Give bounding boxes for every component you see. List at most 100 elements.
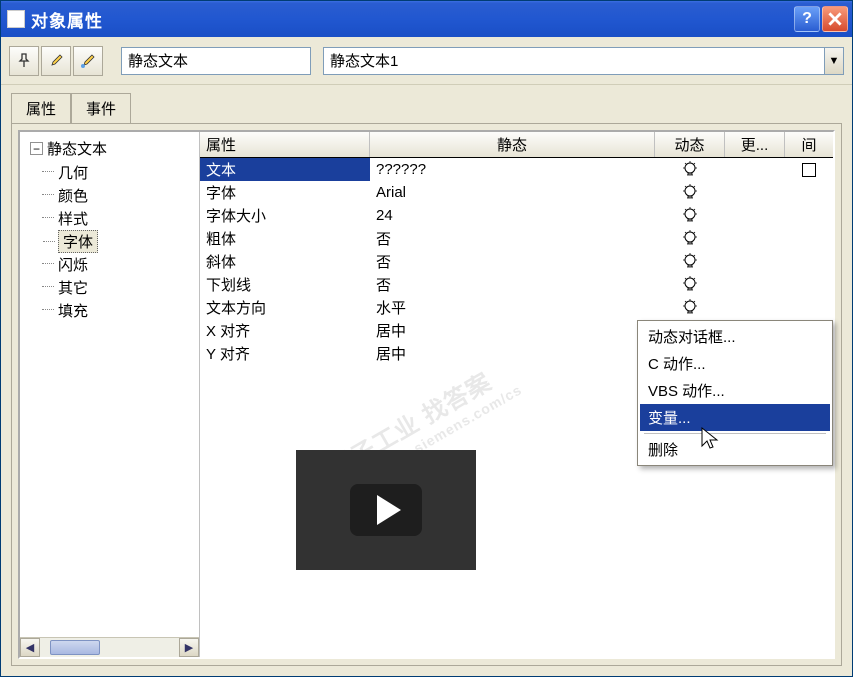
menu-item[interactable]: 删除 <box>640 436 830 463</box>
pin-button[interactable] <box>9 46 39 76</box>
cell-interval[interactable] <box>785 204 833 227</box>
object-name-input[interactable] <box>323 47 824 75</box>
dynamic-context-menu[interactable]: 动态对话框...C 动作...VBS 动作...变量... 删除 <box>637 320 833 466</box>
tab-events[interactable]: 事件 <box>71 93 131 123</box>
object-name-combo[interactable]: ▼ <box>323 47 844 75</box>
video-overlay[interactable] <box>296 450 476 570</box>
grid-row[interactable]: 文本?????? <box>200 158 833 181</box>
cell-static[interactable]: Arial <box>370 181 655 204</box>
cell-property[interactable]: 字体 <box>200 181 370 204</box>
cell-static[interactable]: 24 <box>370 204 655 227</box>
cell-property[interactable]: 文本方向 <box>200 296 370 319</box>
cell-interval[interactable] <box>785 181 833 204</box>
bulb-icon <box>681 276 699 294</box>
play-button[interactable] <box>350 484 422 536</box>
tree-item[interactable]: 填充 <box>58 299 197 322</box>
tab-panel: − 静态文本 几何颜色样式字体闪烁其它填充 ◀ ▶ 属性 静态 动态 更... <box>11 123 842 666</box>
cell-dynamic[interactable] <box>655 204 725 227</box>
system-icon <box>7 10 25 28</box>
grid-row[interactable]: 字体Arial <box>200 181 833 204</box>
play-icon <box>377 495 401 525</box>
cell-more[interactable] <box>725 181 785 204</box>
tab-strip: 属性 事件 <box>1 85 852 123</box>
bulb-icon <box>681 184 699 202</box>
cell-property[interactable]: Y 对齐 <box>200 342 370 365</box>
cell-more[interactable] <box>725 204 785 227</box>
bulb-icon <box>681 207 699 225</box>
header-property[interactable]: 属性 <box>200 132 370 157</box>
window-title: 对象属性 <box>31 7 794 32</box>
bulb-icon <box>681 230 699 248</box>
cell-interval[interactable] <box>785 296 833 319</box>
menu-item[interactable]: C 动作... <box>640 350 830 377</box>
tab-properties[interactable]: 属性 <box>11 93 71 123</box>
combo-dropdown-button[interactable]: ▼ <box>824 47 844 75</box>
cell-more[interactable] <box>725 296 785 319</box>
grid-row[interactable]: 字体大小24 <box>200 204 833 227</box>
tree-body[interactable]: − 静态文本 几何颜色样式字体闪烁其它填充 <box>20 132 199 637</box>
cell-static[interactable]: 否 <box>370 227 655 250</box>
tree-root-label: 静态文本 <box>47 138 107 159</box>
tree-item[interactable]: 几何 <box>58 161 197 184</box>
menu-item[interactable]: VBS 动作... <box>640 377 830 404</box>
eyedropper-1-button[interactable] <box>41 46 71 76</box>
cell-interval[interactable] <box>785 273 833 296</box>
cell-property[interactable]: 粗体 <box>200 227 370 250</box>
cell-interval[interactable] <box>785 250 833 273</box>
grid-row[interactable]: 粗体否 <box>200 227 833 250</box>
menu-separator <box>644 433 826 434</box>
cell-static[interactable]: 居中 <box>370 342 655 365</box>
tree-root[interactable]: − 静态文本 <box>22 136 197 161</box>
scroll-left-button[interactable]: ◀ <box>20 638 40 657</box>
cell-static[interactable]: 居中 <box>370 319 655 342</box>
header-more[interactable]: 更... <box>725 132 785 157</box>
tree-item[interactable]: 字体 <box>58 230 98 253</box>
cell-more[interactable] <box>725 227 785 250</box>
header-interval[interactable]: 间 <box>785 132 833 157</box>
cell-static[interactable]: 否 <box>370 250 655 273</box>
tree-pane: − 静态文本 几何颜色样式字体闪烁其它填充 ◀ ▶ <box>20 132 200 657</box>
cell-property[interactable]: 字体大小 <box>200 204 370 227</box>
grid-row[interactable]: 文本方向水平 <box>200 296 833 319</box>
tree-item[interactable]: 颜色 <box>58 184 197 207</box>
cell-property[interactable]: 文本 <box>200 158 370 181</box>
cell-dynamic[interactable] <box>655 181 725 204</box>
cell-dynamic[interactable] <box>655 227 725 250</box>
cell-dynamic[interactable] <box>655 273 725 296</box>
cell-property[interactable]: 斜体 <box>200 250 370 273</box>
menu-item[interactable]: 变量... <box>640 404 830 431</box>
eyedropper-2-button[interactable] <box>73 46 103 76</box>
cell-static[interactable]: 水平 <box>370 296 655 319</box>
header-static[interactable]: 静态 <box>370 132 655 157</box>
help-button[interactable]: ? <box>794 6 820 32</box>
header-dynamic[interactable]: 动态 <box>655 132 725 157</box>
cell-more[interactable] <box>725 273 785 296</box>
tree-item[interactable]: 其它 <box>58 276 197 299</box>
cell-more[interactable] <box>725 158 785 181</box>
scroll-track[interactable] <box>40 638 179 657</box>
close-button[interactable] <box>822 6 848 32</box>
bulb-icon <box>681 299 699 317</box>
cell-static[interactable]: ?????? <box>370 158 655 181</box>
object-type-field[interactable] <box>121 47 311 75</box>
cell-static[interactable]: 否 <box>370 273 655 296</box>
scroll-thumb[interactable] <box>50 640 100 655</box>
cell-more[interactable] <box>725 250 785 273</box>
tree-item[interactable]: 样式 <box>58 207 197 230</box>
grid-row[interactable]: 斜体否 <box>200 250 833 273</box>
cell-interval[interactable] <box>785 227 833 250</box>
cell-dynamic[interactable] <box>655 296 725 319</box>
titlebar[interactable]: 对象属性 ? <box>1 1 852 37</box>
grid-row[interactable]: 下划线否 <box>200 273 833 296</box>
cell-dynamic[interactable] <box>655 158 725 181</box>
collapse-icon[interactable]: − <box>30 142 43 155</box>
cell-property[interactable]: X 对齐 <box>200 319 370 342</box>
checkbox-icon[interactable] <box>802 163 816 177</box>
scroll-right-button[interactable]: ▶ <box>179 638 199 657</box>
cell-dynamic[interactable] <box>655 250 725 273</box>
cell-property[interactable]: 下划线 <box>200 273 370 296</box>
tree-horizontal-scrollbar[interactable]: ◀ ▶ <box>20 637 199 657</box>
menu-item[interactable]: 动态对话框... <box>640 323 830 350</box>
tree-item[interactable]: 闪烁 <box>58 253 197 276</box>
cell-interval[interactable] <box>785 158 833 181</box>
